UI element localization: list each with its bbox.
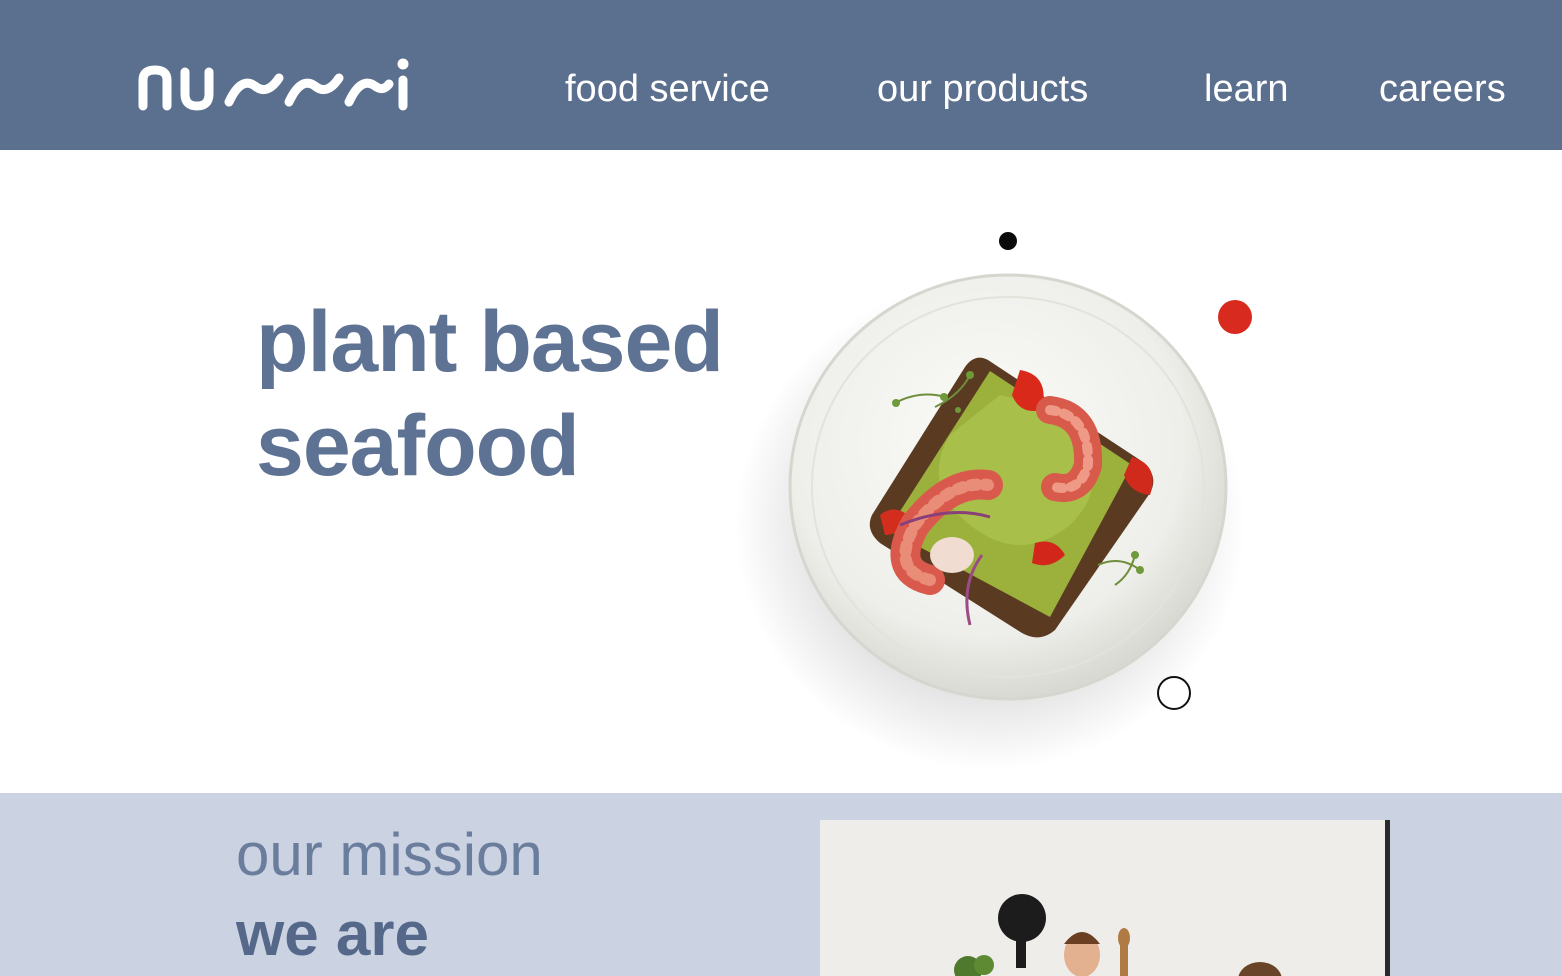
- hero-title-line-2: seafood: [256, 398, 580, 494]
- hero-title-line-1: plant based: [256, 294, 724, 390]
- nav-learn[interactable]: learn: [1204, 64, 1289, 114]
- logo-wordmark: [138, 58, 409, 111]
- decorative-dot-black: [999, 232, 1017, 250]
- nav-careers[interactable]: careers: [1379, 64, 1506, 114]
- team-photo: [820, 820, 1390, 976]
- nav-our-products[interactable]: our products: [877, 64, 1088, 114]
- mission-kicker: our mission: [236, 821, 543, 888]
- site-header: food service our products learn careers: [0, 0, 1562, 150]
- decorative-dot-red: [1218, 300, 1252, 334]
- brand-logo[interactable]: [137, 56, 413, 112]
- decorative-dot-outline: [1157, 676, 1191, 710]
- hero-title: plant based seafood: [256, 290, 724, 498]
- nav-food-service[interactable]: food service: [565, 64, 770, 114]
- hero-food-image: [720, 225, 1300, 785]
- mission-heading: we are: [236, 900, 430, 969]
- mission-section: our mission we are: [0, 793, 1562, 976]
